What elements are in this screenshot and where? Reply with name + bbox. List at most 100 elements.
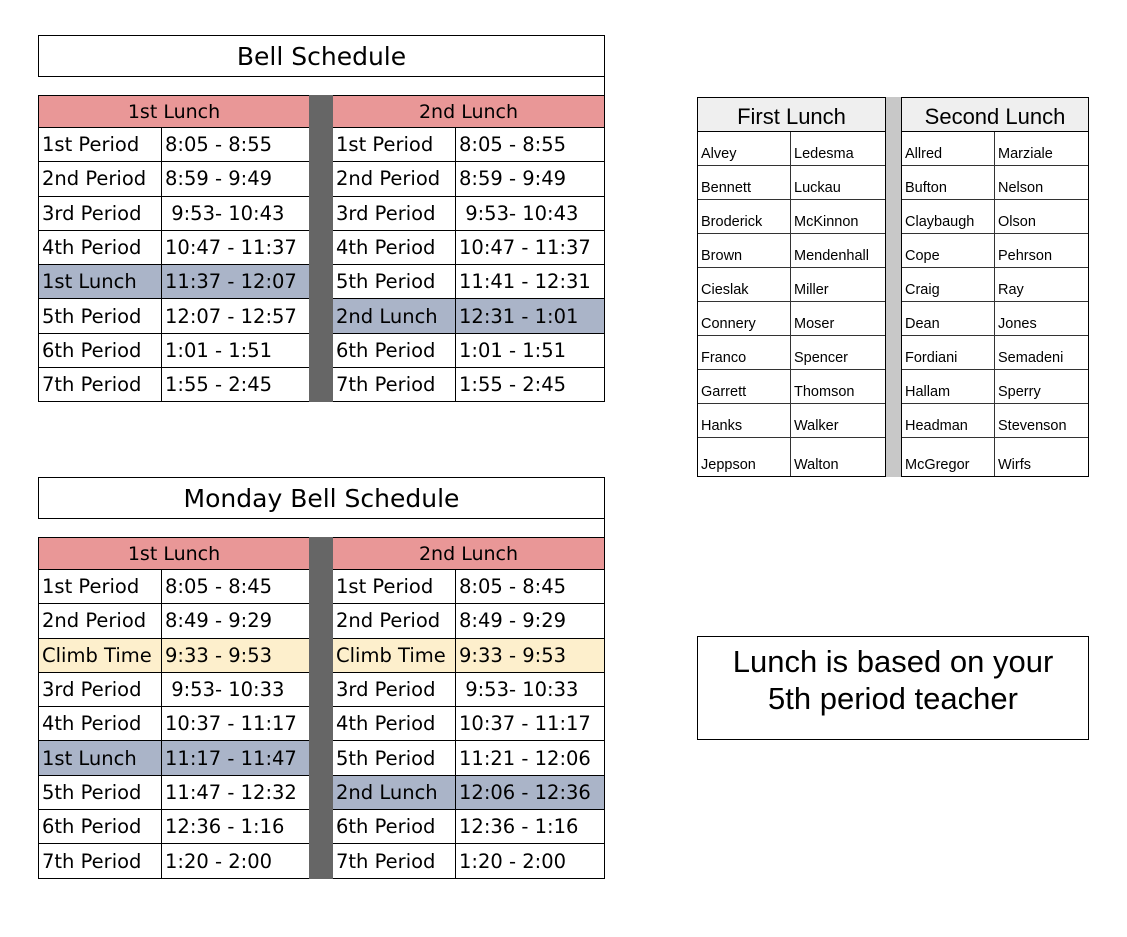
spacer [38,519,605,537]
lunch-row: 2nd Lunch 12:31 - 1:01 [333,299,605,334]
period-row: 6th Period 12:36 - 1:16 [38,810,309,845]
period-name: 3rd Period [39,672,162,707]
period-time: 9:33 - 9:53 [459,643,567,667]
period-name: 4th Period [39,230,162,265]
second-lunch-column: 2nd Lunch 1st Period 8:05 - 8:45 2nd Period… [333,537,605,879]
period-time: 8:49 - 9:29 [459,609,567,633]
teacher-name: Brown [698,234,791,267]
period-name: 7th Period [333,368,456,402]
teacher-name: Ledesma [794,146,854,162]
teacher-list-header: Second Lunch [902,98,1088,132]
period-time: 1:55 - 2:45 [165,373,273,397]
teacher-name: Sperry [998,384,1041,400]
lunch-row: 2nd Lunch 12:06 - 12:36 [333,775,605,811]
period-name: 2nd Period [333,162,456,196]
teacher-row: Cieslak Miller [698,268,885,302]
teacher-name: Garrett [698,370,791,403]
period-name: 1st Lunch [39,741,162,775]
teacher-name: Hanks [698,404,791,437]
teacher-row: Bennett Luckau [698,166,885,200]
column-header: 2nd Lunch [333,95,605,128]
climb-time-row: Climb Time 9:33 - 9:53 [333,638,605,673]
teacher-name: Jones [998,316,1037,332]
period-name: 5th Period [333,741,456,775]
period-row: 2nd Period 8:59 - 9:49 [333,162,605,197]
period-row: 5th Period 12:07 - 12:57 [38,299,309,334]
period-name: 1st Period [39,128,162,162]
teacher-name: Jeppson [698,438,791,476]
teacher-name: Craig [902,268,995,301]
teacher-name: McGregor [902,438,995,476]
period-time: 10:37 - 11:17 [165,712,297,736]
period-row: 4th Period 10:37 - 11:17 [333,707,605,742]
teacher-row: Broderick McKinnon [698,200,885,234]
period-row: 5th Period 11:21 - 12:06 [333,741,605,776]
period-name: 6th Period [333,333,456,368]
teacher-name: Marziale [998,146,1053,162]
period-time: 8:05 - 8:55 [459,133,567,157]
teacher-row: Garrett Thomson [698,370,885,404]
teacher-name: Cope [902,234,995,267]
teacher-name: Broderick [698,200,791,233]
teacher-name: Franco [698,336,791,369]
period-time: 8:49 - 9:29 [165,609,273,633]
teacher-row: Brown Mendenhall [698,234,885,268]
period-row: 2nd Period 8:59 - 9:49 [38,162,309,197]
teacher-name: Ray [998,282,1024,298]
bell-schedule-body: 1st Lunch 1st Period 8:05 - 8:55 2nd Period… [38,95,605,403]
teacher-name: Mendenhall [794,248,869,264]
period-name: 7th Period [39,368,162,402]
period-row: 1st Period 8:05 - 8:55 [333,128,605,163]
period-name: 5th Period [39,299,162,333]
period-name: 1st Period [333,128,456,162]
period-time: 11:41 - 12:31 [459,270,591,294]
period-time: 1:20 - 2:00 [165,849,273,873]
column-header: 2nd Lunch [333,537,605,570]
period-row: 6th Period 1:01 - 1:51 [333,333,605,369]
period-name: 1st Lunch [39,265,162,299]
period-row: 3rd Period 9:53- 10:43 [38,196,309,231]
teacher-name: Hallam [902,370,995,403]
period-row: 3rd Period 9:53- 10:43 [333,196,605,231]
period-row: 6th Period 1:01 - 1:51 [38,333,309,369]
period-time: 9:53- 10:43 [459,201,579,225]
teacher-name: Pehrson [998,248,1053,264]
teacher-name: Cieslak [698,268,791,301]
period-time: 8:05 - 8:45 [459,575,567,599]
column-divider [309,537,333,879]
teacher-row: Jeppson Walton [698,438,885,476]
period-row: 6th Period 12:36 - 1:16 [333,810,605,845]
period-name: 2nd Period [39,162,162,196]
period-row: 5th Period 11:47 - 12:32 [38,775,309,811]
teacher-name: Dean [902,302,995,335]
period-row: 3rd Period 9:53- 10:33 [333,672,605,708]
period-row: 1st Period 8:05 - 8:45 [333,570,605,605]
period-row: 5th Period 11:41 - 12:31 [333,265,605,300]
lunch-row: 1st Lunch 11:37 - 12:07 [38,265,309,300]
first-lunch-column: 1st Lunch 1st Period 8:05 - 8:55 2nd Period… [38,95,309,403]
teacher-row: Hanks Walker [698,404,885,438]
teacher-name: McKinnon [794,214,859,230]
teacher-name: Moser [794,316,835,332]
teacher-name: Stevenson [998,418,1067,434]
period-time: 11:21 - 12:06 [459,746,591,770]
period-time: 11:17 - 11:47 [165,746,297,770]
period-time: 12:06 - 12:36 [459,780,591,804]
teacher-row: Bufton Nelson [902,166,1088,200]
column-header: 1st Lunch [38,95,309,128]
period-row: 7th Period 1:20 - 2:00 [38,844,309,879]
period-time: 8:05 - 8:55 [165,133,273,157]
monday-bell-schedule-body: 1st Lunch 1st Period 8:05 - 8:45 2nd Period… [38,537,605,879]
teacher-name: Wirfs [998,457,1032,473]
teacher-row: Hallam Sperry [902,370,1088,404]
period-time: 9:53- 10:33 [165,678,285,702]
first-lunch-column: 1st Lunch 1st Period 8:05 - 8:45 2nd Period… [38,537,309,879]
teacher-name: Miller [794,282,829,298]
period-row: 4th Period 10:47 - 11:37 [333,230,605,266]
bell-schedule-title: Bell Schedule [38,35,605,77]
period-time: 9:33 - 9:53 [165,643,273,667]
teacher-name: Semadeni [998,350,1064,366]
teacher-name: Bufton [902,166,995,199]
teacher-name: Connery [698,302,791,335]
period-row: 1st Period 8:05 - 8:55 [38,128,309,163]
